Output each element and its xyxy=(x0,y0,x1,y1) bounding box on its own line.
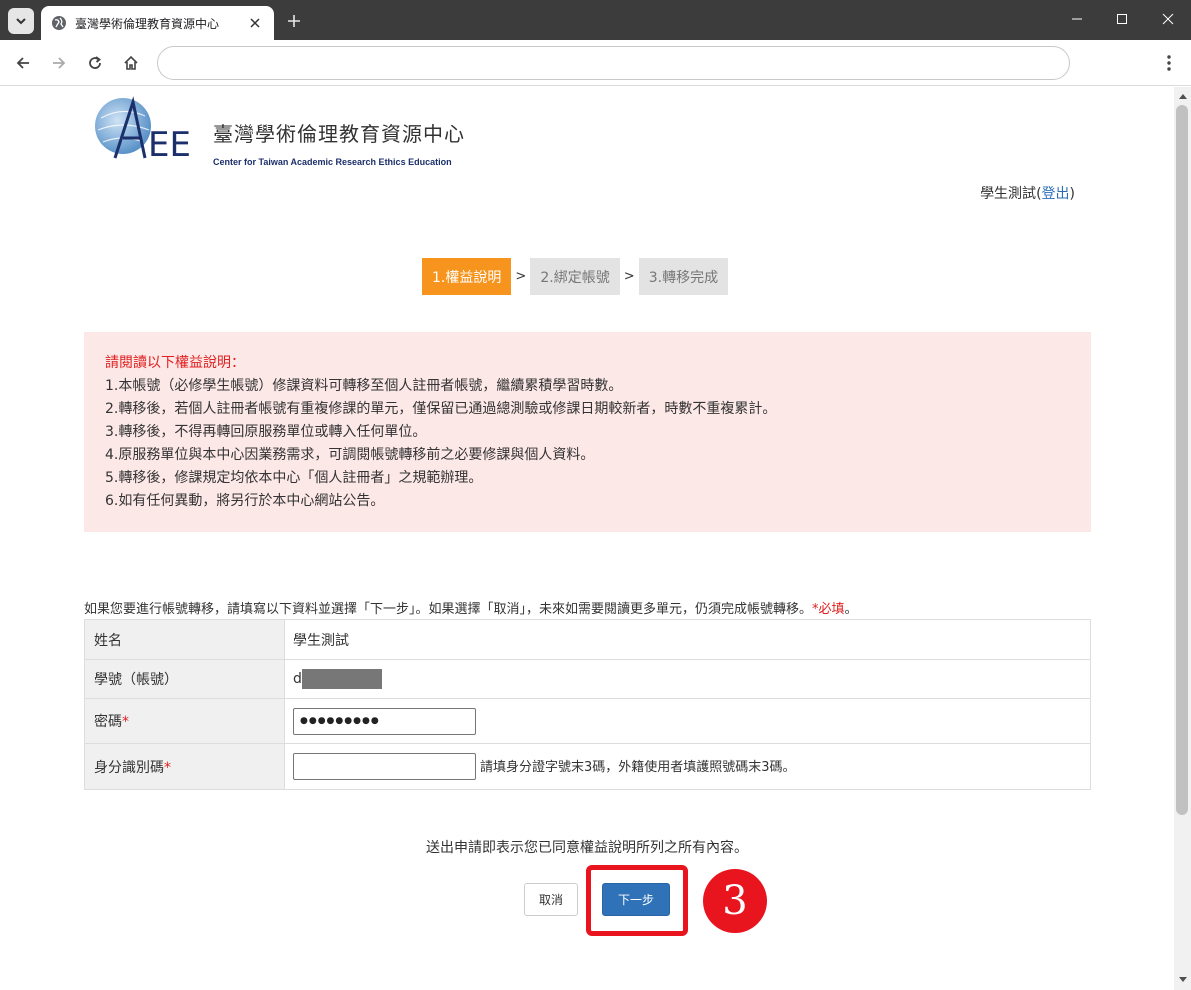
logo-title: 臺灣學術倫理教育資源中心 xyxy=(213,122,465,146)
rights-notice: 請閱讀以下權益說明： 1.本帳號（必修學生帳號）修課資料可轉移至個人註冊者帳號，… xyxy=(84,332,1091,532)
transfer-form-table: 姓名 學生測試 學號（帳號） d 密碼* 身分識別碼* 請填身分證字號末3碼，外… xyxy=(84,619,1091,790)
scroll-up-icon[interactable] xyxy=(1174,89,1191,103)
table-row: 身分識別碼* 請填身分證字號末3碼，外籍使用者填護照號碼末3碼。 xyxy=(84,743,1091,790)
aree-logo-mark: EE xyxy=(95,96,191,162)
step-3: 3.轉移完成 xyxy=(638,258,729,295)
form-intro-text: 如果您要進行帳號轉移，請填寫以下資料並選擇「下一步」。如果選擇「取消」，未來如需… xyxy=(84,602,813,617)
globe-icon xyxy=(52,16,66,30)
notice-line: 1.本帳號（必修學生帳號）修課資料可轉移至個人註冊者帳號，繼續累積學習時數。 xyxy=(105,378,623,394)
arrow-right-icon xyxy=(53,57,66,69)
tab-search-button[interactable] xyxy=(8,8,34,34)
notice-line: 6.如有任何異動，將另行於本中心網站公告。 xyxy=(105,493,385,509)
notice-line: 5.轉移後，修課規定均依本中心「個人註冊者」之規範辦理。 xyxy=(105,470,483,486)
page-viewport: EE 臺灣學術倫理教育資源中心 Center for Taiwan Academ… xyxy=(0,87,1174,990)
home-icon xyxy=(124,55,138,70)
progress-steps: 1.權益說明 > 2.綁定帳號 > 3.轉移完成 xyxy=(422,258,729,295)
required-note: *必填 xyxy=(812,602,845,617)
browser-tab[interactable]: 臺灣學術倫理教育資源中心 xyxy=(41,6,274,40)
close-icon xyxy=(1162,13,1174,25)
user-name: 學生測試 xyxy=(980,186,1037,202)
student-id-value: d xyxy=(284,659,1091,699)
tab-close-icon[interactable] xyxy=(244,12,266,34)
form-intro-end: 。 xyxy=(844,602,858,617)
notice-line: 4.原服務單位與本中心因業務需求，可調閱帳號轉移前之必要修課與個人資料。 xyxy=(105,447,595,463)
consent-text: 送出申請即表示您已同意權益說明所列之所有內容。 xyxy=(426,840,748,856)
home-button[interactable] xyxy=(117,49,145,77)
password-field[interactable] xyxy=(293,707,476,735)
required-mark: * xyxy=(164,759,171,776)
close-window-button[interactable] xyxy=(1145,4,1191,34)
step-separator: > xyxy=(623,269,635,284)
address-bar[interactable] xyxy=(157,46,1070,80)
student-id-prefix: d xyxy=(293,671,302,687)
scroll-thumb[interactable] xyxy=(1176,105,1188,815)
reload-icon xyxy=(89,56,101,69)
maximize-button[interactable] xyxy=(1099,4,1145,34)
step-2: 2.綁定帳號 xyxy=(530,258,620,295)
table-row: 密碼* xyxy=(84,698,1091,744)
svg-text:EE: EE xyxy=(148,125,191,162)
notice-line: 3.轉移後，不得再轉回原服務單位或轉入任何單位。 xyxy=(105,424,427,440)
minimize-button[interactable] xyxy=(1054,4,1100,34)
step-1: 1.權益說明 xyxy=(422,258,512,295)
table-row: 學號（帳號） d xyxy=(84,659,1091,699)
password-label-cell: 密碼* xyxy=(84,698,285,744)
name-value: 學生測試 xyxy=(284,619,1091,660)
required-mark: * xyxy=(122,714,129,730)
new-tab-button[interactable] xyxy=(283,10,305,32)
chevron-down-icon xyxy=(16,18,26,25)
browser-tab-bar: 臺灣學術倫理教育資源中心 xyxy=(0,0,1191,40)
browser-toolbar xyxy=(0,40,1191,86)
site-logo[interactable]: EE 臺灣學術倫理教育資源中心 Center for Taiwan Academ… xyxy=(93,96,473,167)
name-label: 姓名 xyxy=(84,619,285,660)
logo-subtitle: Center for Taiwan Academic Research Ethi… xyxy=(213,157,452,167)
back-button[interactable] xyxy=(9,49,37,77)
idcard-cell: 請填身分證字號末3碼，外籍使用者填護照號碼末3碼。 xyxy=(284,743,1091,790)
logout-link[interactable]: 登出 xyxy=(1042,186,1070,202)
idcard-field[interactable] xyxy=(293,753,476,780)
tab-title: 臺灣學術倫理教育資源中心 xyxy=(75,16,220,31)
redacted-block xyxy=(301,669,382,689)
notice-heading: 請閱讀以下權益說明： xyxy=(105,355,245,371)
password-label: 密碼 xyxy=(94,714,122,730)
step-number-badge: 3 xyxy=(703,869,767,933)
form-intro: 如果您要進行帳號轉移，請填寫以下資料並選擇「下一步」。如果選擇「取消」，未來如需… xyxy=(84,598,858,617)
maximize-icon xyxy=(1117,14,1127,24)
plus-icon xyxy=(288,15,300,27)
minimize-icon xyxy=(1072,18,1082,20)
idcard-hint: 請填身分證字號末3碼，外籍使用者填護照號碼末3碼。 xyxy=(480,759,796,775)
password-cell xyxy=(284,698,1091,744)
forward-button[interactable] xyxy=(45,49,73,77)
cancel-button[interactable]: 取消 xyxy=(524,883,578,916)
table-row: 姓名 學生測試 xyxy=(84,619,1091,660)
next-step-button[interactable]: 下一步 xyxy=(602,883,670,916)
notice-line: 2.轉移後，若個人註冊者帳號有重複修課的單元，僅保留已通過總測驗或修課日期較新者… xyxy=(105,401,777,417)
scroll-down-icon[interactable] xyxy=(1174,973,1191,987)
paren-close: ) xyxy=(1069,186,1075,202)
idcard-label: 身分識別碼 xyxy=(94,759,164,776)
student-id-label: 學號（帳號） xyxy=(84,659,285,699)
vertical-scrollbar[interactable] xyxy=(1174,87,1191,990)
reload-button[interactable] xyxy=(81,49,109,77)
arrow-left-icon xyxy=(16,57,29,69)
user-status: 學生測試(登出) xyxy=(980,183,1075,203)
idcard-label-cell: 身分識別碼* xyxy=(84,743,285,790)
more-vert-icon xyxy=(1167,55,1171,71)
step-separator: > xyxy=(515,269,527,284)
browser-menu-button[interactable] xyxy=(1156,49,1182,77)
